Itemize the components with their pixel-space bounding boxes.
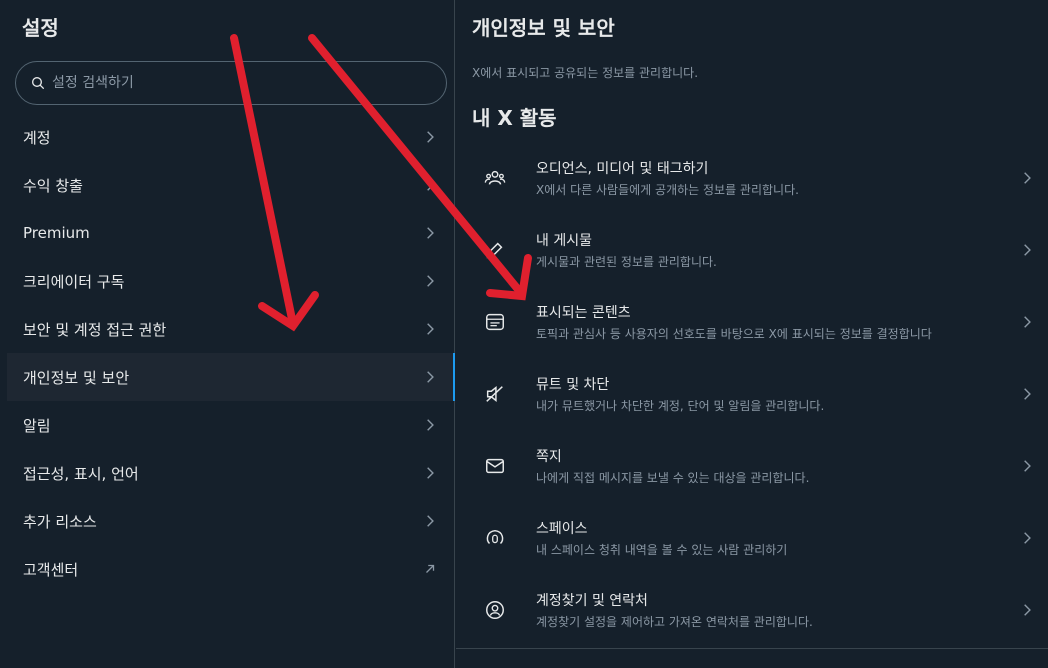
option-direct-messages[interactable]: 쪽지 나에게 직접 메시지를 보낼 수 있는 대상을 관리합니다. (456, 430, 1048, 502)
option-description: 토픽과 관심사 등 사용자의 선호도를 바탕으로 X에 표시되는 정보를 결정합… (536, 327, 932, 341)
page-description: X에서 표시되고 공유되는 정보를 관리합니다. (472, 66, 699, 80)
option-label: 내 게시물 (536, 233, 592, 249)
chevron-right-icon (427, 467, 434, 479)
external-arrow-icon (426, 564, 435, 573)
option-description: 내가 뮤트했거나 차단한 계정, 단어 및 알림을 관리합니다. (536, 399, 825, 413)
option-label: 쪽지 (536, 449, 562, 465)
section-title: 내 X 활동 (472, 106, 557, 130)
sidebar-item-label: 계정 (23, 128, 51, 147)
content-icon (486, 313, 504, 331)
option-description: 계정찾기 설정을 제어하고 가져온 연락처를 관리합니다. (536, 615, 813, 629)
option-label: 스페이스 (536, 521, 588, 537)
option-description: X에서 다른 사람들에게 공개하는 정보를 관리합니다. (536, 183, 799, 197)
sidebar-item-label: 보안 및 계정 접근 권한 (23, 320, 167, 339)
search-input[interactable] (52, 75, 432, 91)
option-description: 나에게 직접 메시지를 보낼 수 있는 대상을 관리합니다. (536, 471, 810, 485)
chevron-right-icon (1024, 604, 1031, 616)
sidebar-item-premium[interactable]: Premium (7, 209, 455, 257)
divider (456, 648, 1048, 649)
chevron-right-icon (427, 371, 434, 383)
option-content-you-see[interactable]: 표시되는 콘텐츠 토픽과 관심사 등 사용자의 선호도를 바탕으로 X에 표시되… (456, 286, 1048, 358)
sidebar-item-accessibility[interactable]: 접근성, 표시, 언어 (7, 449, 455, 497)
pencil-icon (486, 242, 503, 259)
sidebar-item-monetization[interactable]: 수익 창출 (7, 161, 455, 209)
chevron-right-icon (427, 515, 434, 527)
sidebar-item-label: 추가 리소스 (23, 512, 97, 531)
sidebar-item-label: 개인정보 및 보안 (23, 368, 130, 387)
sidebar-item-privacy[interactable]: 개인정보 및 보안 (7, 353, 455, 401)
spaces-icon (486, 529, 504, 545)
option-label: 뮤트 및 차단 (536, 377, 610, 393)
sidebar-item-label: 알림 (23, 416, 51, 435)
chevron-right-icon (427, 323, 434, 335)
sidebar-item-security[interactable]: 보안 및 계정 접근 권한 (7, 305, 455, 353)
settings-menu: 계정 수익 창출 Premium 크리에이터 구독 보안 및 계정 접근 권한 … (7, 113, 455, 593)
privacy-panel: 개인정보 및 보안 X에서 표시되고 공유되는 정보를 관리합니다. 내 X 활… (456, 0, 1048, 668)
option-label: 계정찾기 및 연락처 (536, 593, 648, 609)
people-icon (484, 170, 506, 185)
chevron-right-icon (427, 419, 434, 431)
privacy-options: 오디언스, 미디어 및 태그하기 X에서 다른 사람들에게 공개하는 정보를 관… (456, 142, 1048, 646)
search-icon (32, 77, 44, 89)
option-description: 게시물과 관련된 정보를 관리합니다. (536, 255, 717, 269)
option-label: 표시되는 콘텐츠 (536, 305, 631, 321)
chevron-right-icon (1024, 460, 1031, 472)
sidebar-item-label: 접근성, 표시, 언어 (23, 464, 139, 483)
sidebar-item-label: 크리에이터 구독 (23, 272, 125, 291)
option-audience-media-tagging[interactable]: 오디언스, 미디어 및 태그하기 X에서 다른 사람들에게 공개하는 정보를 관… (456, 142, 1048, 214)
sidebar-item-label: 고객센터 (23, 560, 79, 579)
mute-icon (486, 386, 503, 402)
sidebar-item-account[interactable]: 계정 (7, 113, 455, 161)
settings-search[interactable] (15, 61, 447, 105)
option-spaces[interactable]: 스페이스 내 스페이스 청취 내역을 볼 수 있는 사람 관리하기 (456, 502, 1048, 574)
settings-sidebar: 설정 계정 수익 창출 Premium 크리에이터 구독 보안 및 계정 접근 … (0, 0, 455, 668)
sidebar-item-label: 수익 창출 (23, 176, 83, 195)
chevron-right-icon (1024, 532, 1031, 544)
sidebar-item-resources[interactable]: 추가 리소스 (7, 497, 455, 545)
sidebar-item-label: Premium (23, 224, 90, 242)
chevron-right-icon (1024, 244, 1031, 256)
sidebar-item-help-center[interactable]: 고객센터 (7, 545, 455, 593)
chevron-right-icon (427, 179, 434, 191)
chevron-right-icon (427, 131, 434, 143)
option-label: 오디언스, 미디어 및 태그하기 (536, 161, 709, 177)
chevron-right-icon (1024, 172, 1031, 184)
settings-title: 설정 (22, 16, 59, 40)
chevron-right-icon (427, 275, 434, 287)
chevron-right-icon (1024, 316, 1031, 328)
option-description: 내 스페이스 청취 내역을 볼 수 있는 사람 관리하기 (536, 543, 788, 557)
envelope-icon (486, 458, 504, 474)
option-discoverability-contacts[interactable]: 계정찾기 및 연락처 계정찾기 설정을 제어하고 가져온 연락처를 관리합니다. (456, 574, 1048, 646)
chevron-right-icon (1024, 388, 1031, 400)
contacts-icon (486, 601, 504, 619)
page-title: 개인정보 및 보안 (472, 16, 615, 40)
sidebar-item-creator-subscriptions[interactable]: 크리에이터 구독 (7, 257, 455, 305)
chevron-right-icon (427, 227, 434, 239)
sidebar-item-notifications[interactable]: 알림 (7, 401, 455, 449)
option-your-posts[interactable]: 내 게시물 게시물과 관련된 정보를 관리합니다. (456, 214, 1048, 286)
option-mute-block[interactable]: 뮤트 및 차단 내가 뮤트했거나 차단한 계정, 단어 및 알림을 관리합니다. (456, 358, 1048, 430)
